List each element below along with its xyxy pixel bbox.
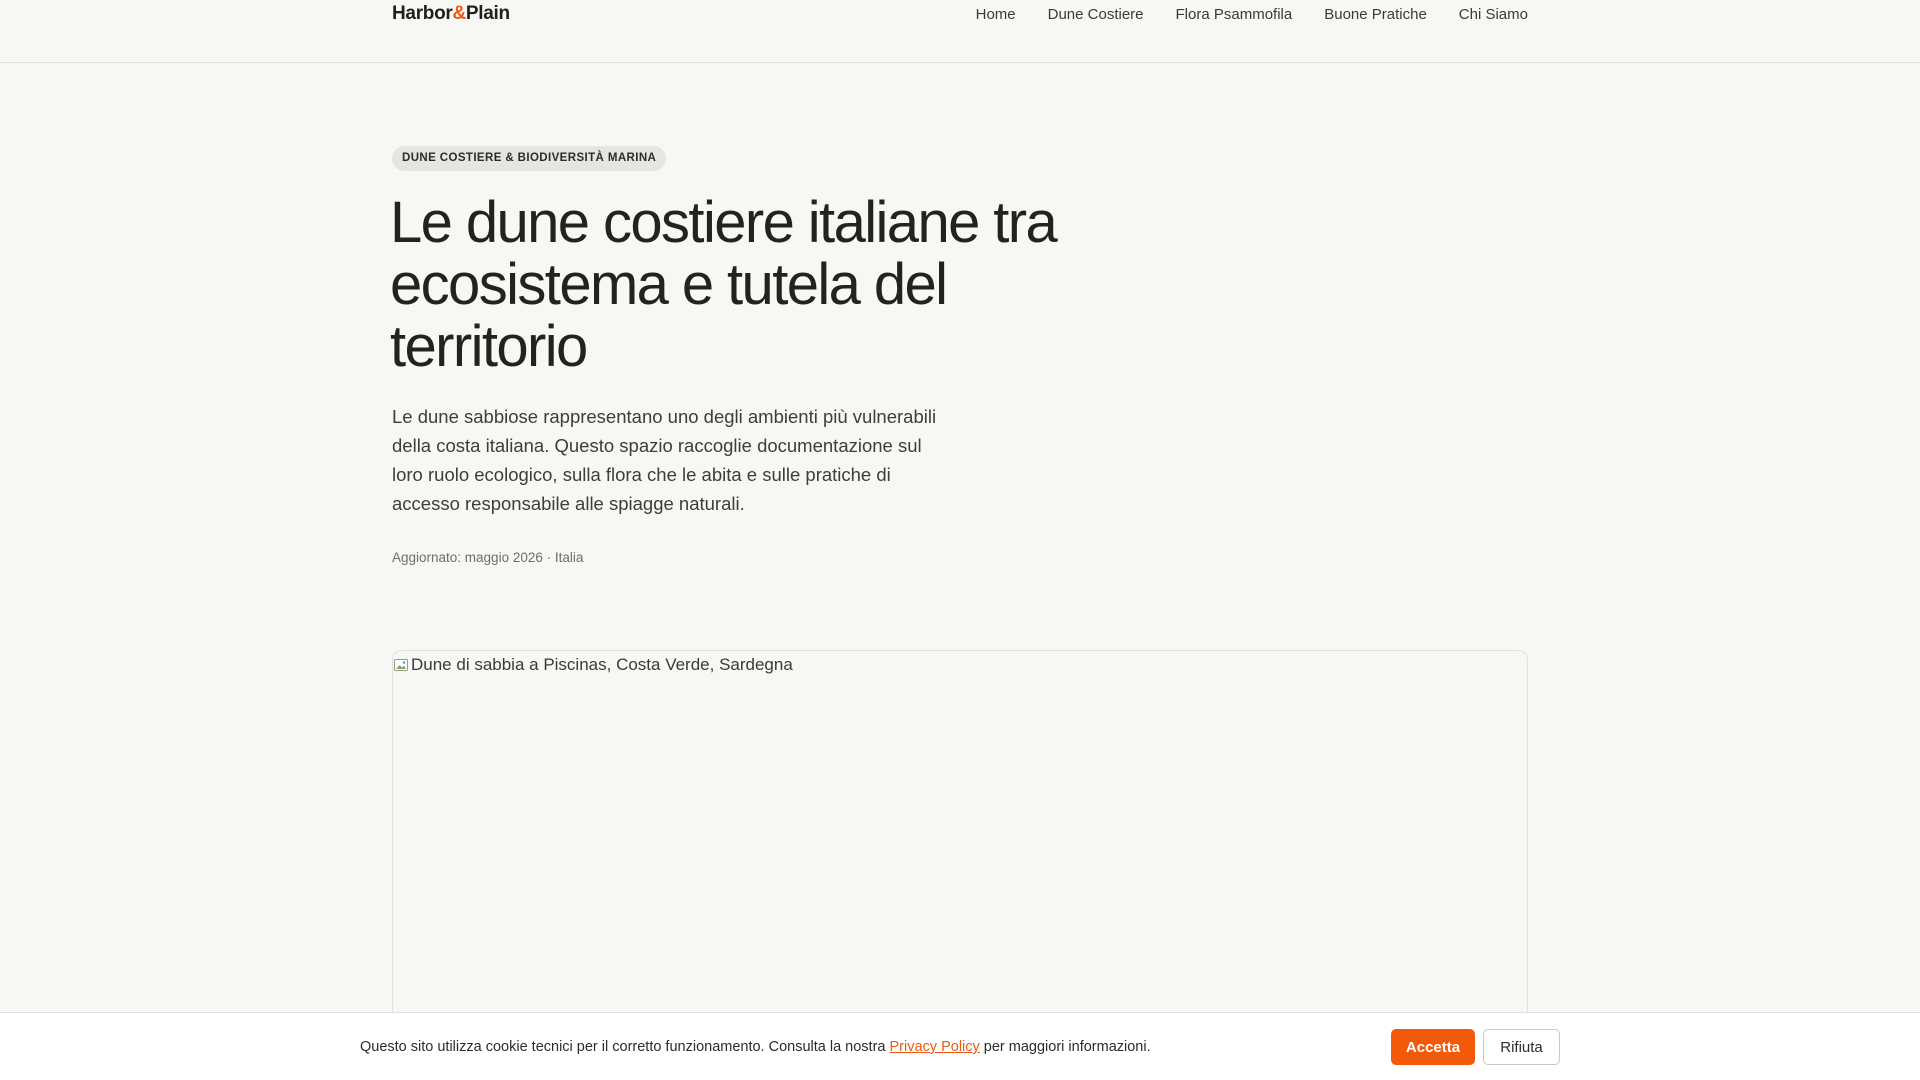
page: Harbor&Plain Home Dune Costiere Flora Ps…	[0, 0, 1920, 1080]
site-header: Harbor&Plain Home Dune Costiere Flora Ps…	[0, 0, 1920, 63]
logo-text-plain: Plain	[465, 3, 510, 24]
main-nav: Home Dune Costiere Flora Psammofila Buon…	[976, 6, 1528, 23]
hero-image-alt-text: Dune di sabbia a Piscinas, Costa Verde, …	[411, 655, 793, 674]
page-title: Le dune costiere italiane tra ecosistema…	[390, 190, 1058, 379]
accept-cookies-button[interactable]: Accetta	[1391, 1029, 1475, 1065]
privacy-policy-link[interactable]: Privacy Policy	[890, 1039, 980, 1055]
nav-chi-siamo[interactable]: Chi Siamo	[1459, 6, 1528, 23]
update-meta: Aggiornato: maggio 2026 · Italia	[392, 550, 584, 565]
hero-image: Dune di sabbia a Piscinas, Costa Verde, …	[393, 655, 793, 675]
site-logo[interactable]: Harbor&Plain	[392, 3, 510, 25]
nav-buone-pratiche[interactable]: Buone Pratiche	[1324, 6, 1427, 23]
lead-paragraph: Le dune sabbiose rappresentano uno degli…	[392, 406, 937, 514]
nav-flora-psammofila[interactable]: Flora Psammofila	[1176, 6, 1293, 23]
category-badge: DUNE COSTIERE & BIODIVERSITÀ MARINA	[392, 146, 667, 171]
broken-image-icon	[393, 657, 409, 673]
nav-dune-costiere[interactable]: Dune Costiere	[1048, 6, 1144, 23]
reject-cookies-button[interactable]: Rifiuta	[1483, 1029, 1560, 1065]
nav-home[interactable]: Home	[976, 6, 1016, 23]
cookie-text-before: Questo sito utilizza cookie tecnici per …	[360, 1039, 890, 1055]
cookie-text-after: per maggiori informazioni.	[979, 1039, 1151, 1055]
logo-text-harbor: Harbor	[392, 3, 453, 24]
cookie-banner: Questo sito utilizza cookie tecnici per …	[0, 1012, 1920, 1080]
cookie-message: Questo sito utilizza cookie tecnici per …	[360, 1039, 1151, 1055]
logo-ampersand: &	[452, 3, 467, 24]
